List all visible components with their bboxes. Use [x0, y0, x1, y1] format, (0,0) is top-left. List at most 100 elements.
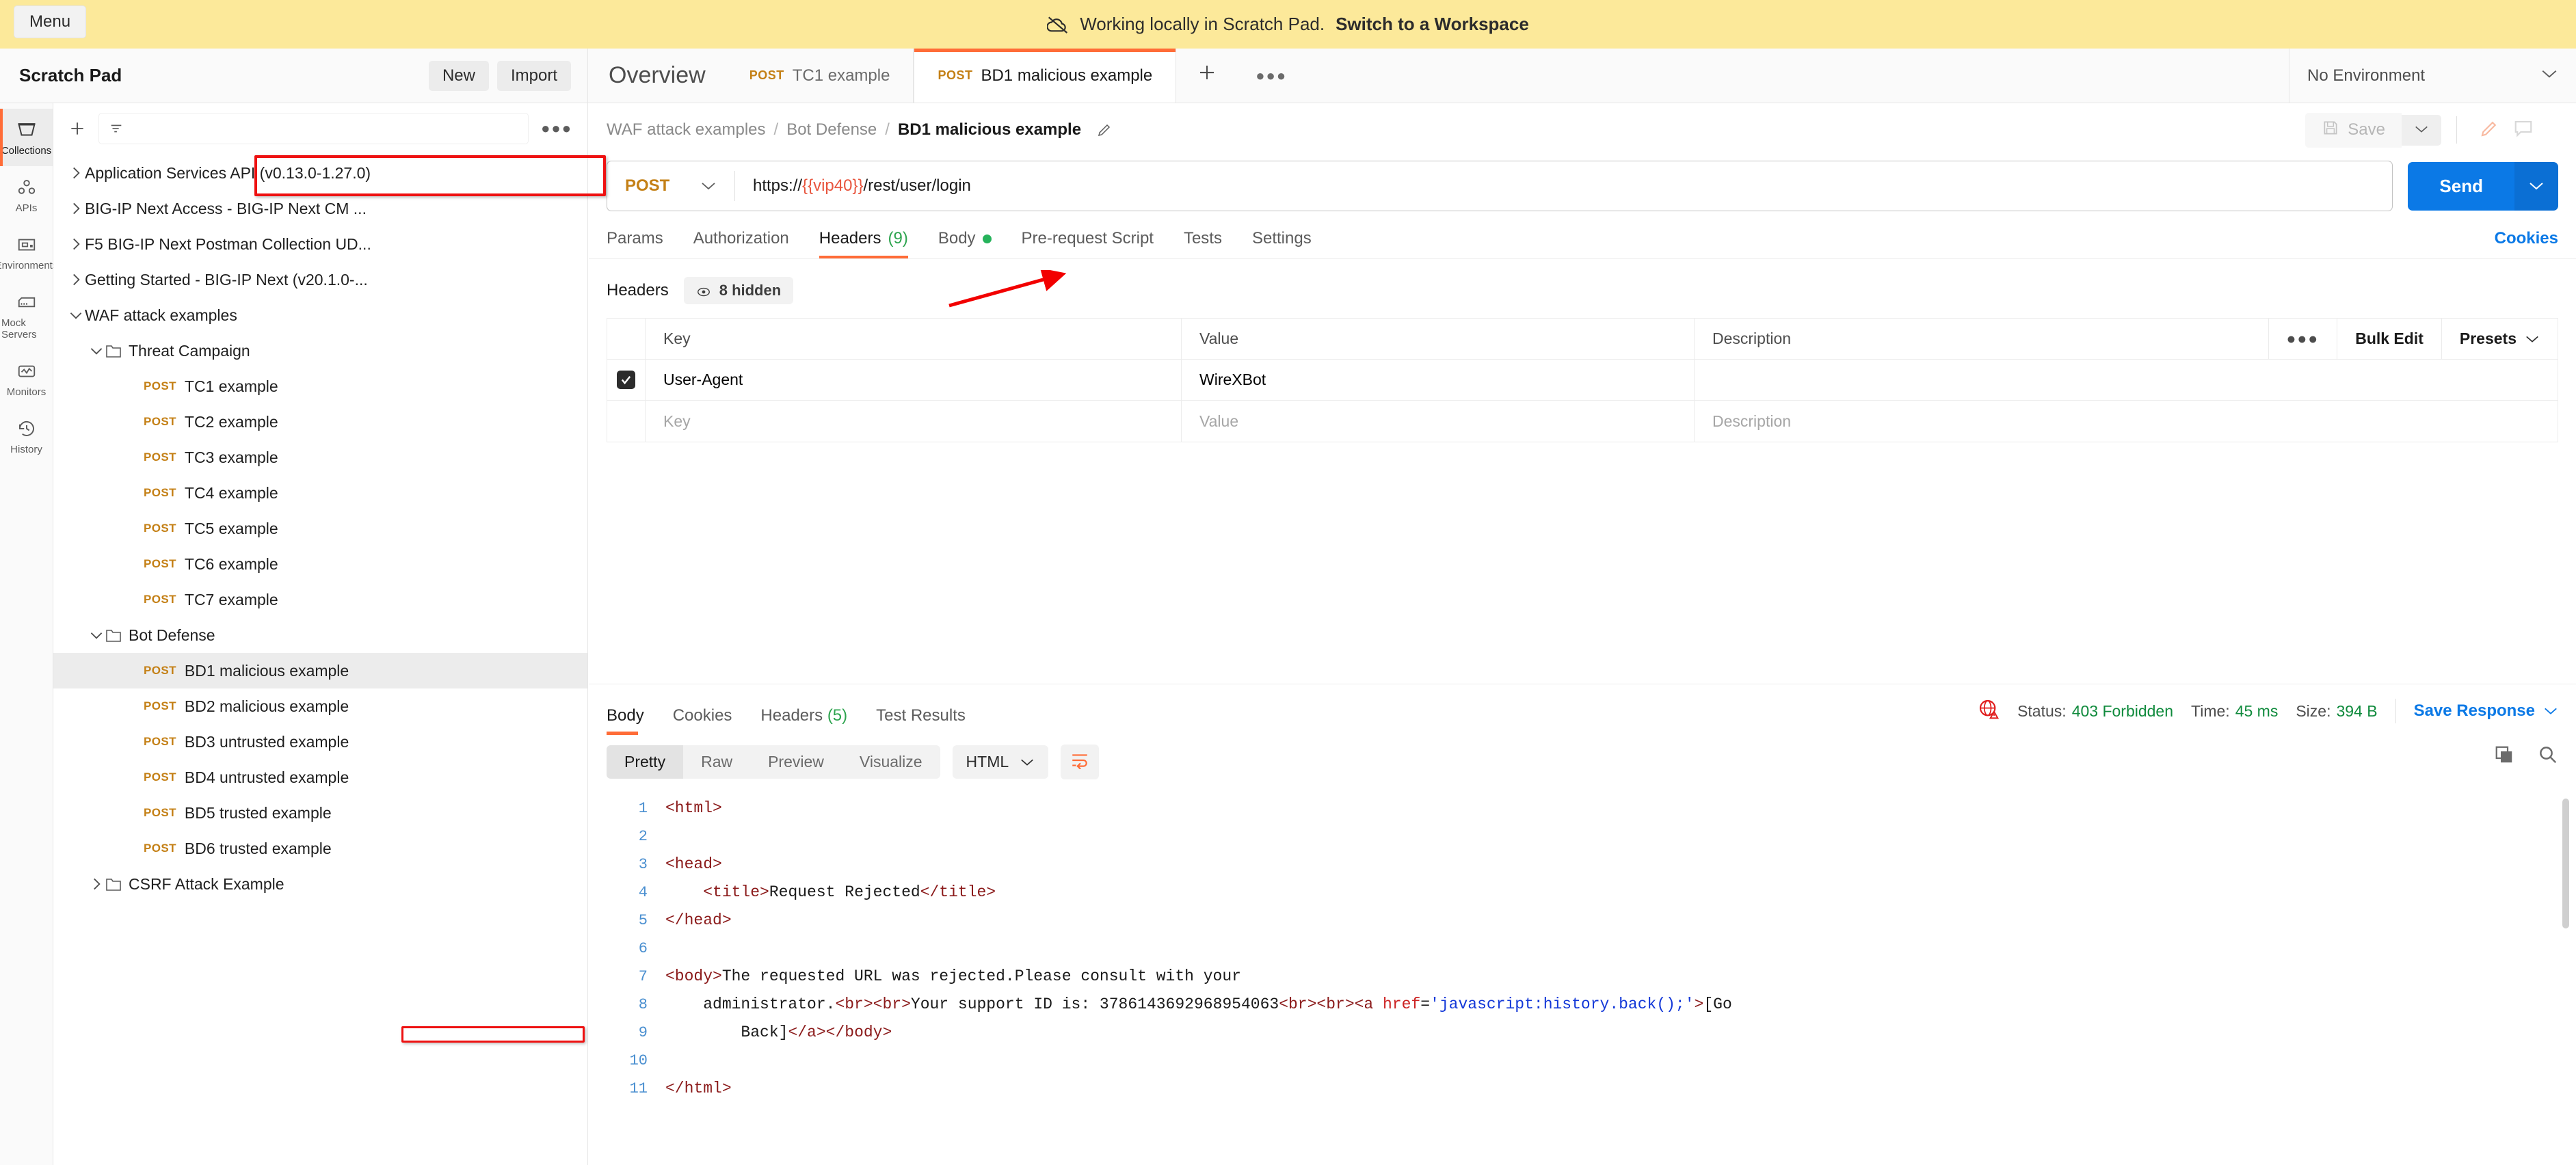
word-wrap-button[interactable] — [1061, 745, 1100, 779]
tree-item-collection[interactable]: Application Services API (v0.13.0-1.27.0… — [53, 155, 587, 191]
tree-item-bot-defense[interactable]: Bot Defense — [53, 617, 587, 653]
tree-item-collection[interactable]: Getting Started - BIG-IP Next (v20.1.0-.… — [53, 262, 587, 297]
tree-item-request[interactable]: POST TC6 example — [53, 546, 587, 582]
tab-bd1-malicious-example[interactable]: POST BD1 malicious example — [914, 49, 1177, 103]
hidden-headers-toggle[interactable]: 8 hidden — [683, 277, 794, 304]
response-format-tabs: Pretty Raw Preview Visualize — [607, 745, 940, 779]
breadcrumb-folder[interactable]: Bot Defense — [786, 120, 877, 139]
code-token: <br> — [1279, 995, 1317, 1013]
breadcrumb-collection[interactable]: WAF attack examples — [607, 120, 766, 139]
sidebar-more-icon[interactable]: ●●● — [541, 120, 572, 137]
row-checkbox-cell[interactable] — [607, 401, 646, 442]
new-tab-button[interactable] — [1176, 49, 1238, 103]
tree-item-request[interactable]: POST TC1 example — [53, 369, 587, 404]
save-button[interactable]: Save — [2305, 112, 2402, 148]
response-body-tools — [2494, 745, 2558, 768]
tree-item-waf-attack-examples[interactable]: WAF attack examples — [53, 297, 587, 333]
switch-workspace-link[interactable]: Switch to a Workspace — [1336, 14, 1529, 35]
import-button[interactable]: Import — [496, 60, 571, 91]
table-row-placeholder[interactable]: Key Value Description — [607, 401, 2558, 442]
tree-item-request[interactable]: POST TC5 example — [53, 511, 587, 546]
header-value[interactable]: WireXBot — [1182, 360, 1695, 400]
sidebar-item-mock-servers[interactable]: Mock Servers — [0, 281, 53, 350]
code-token: Back] — [665, 1023, 788, 1041]
method-selector[interactable]: POST — [607, 176, 734, 196]
search-input[interactable] — [98, 113, 529, 144]
cookies-link[interactable]: Cookies — [2495, 229, 2558, 248]
send-options-button[interactable] — [2514, 161, 2558, 211]
tree-item-collection[interactable]: BIG-IP Next Access - BIG-IP Next CM ... — [53, 191, 587, 226]
environment-selector[interactable]: No Environment — [2289, 49, 2576, 103]
tree-item-bd1-malicious-example[interactable]: POST BD1 malicious example — [53, 653, 587, 688]
tab-overflow-button[interactable]: ●●● — [1238, 49, 1305, 103]
tree-item-request[interactable]: POST TC2 example — [53, 404, 587, 440]
tree-item-csrf-attack-example[interactable]: CSRF Attack Example — [53, 866, 587, 902]
send-button[interactable]: Send — [2408, 161, 2514, 211]
header-value-placeholder[interactable]: Value — [1182, 401, 1695, 442]
monitors-icon — [16, 361, 37, 381]
tab-overview[interactable]: Overview — [588, 49, 726, 103]
tree-item-request[interactable]: POST BD6 trusted example — [53, 831, 587, 866]
response-body-code[interactable]: 1 <html> 2 3 <head> 4 <title>Request Rejec… — [589, 794, 2576, 1123]
response-tab-headers[interactable]: Headers (5) — [760, 706, 847, 735]
tab-headers[interactable]: Headers (9) — [819, 229, 908, 259]
header-key[interactable]: User-Agent — [646, 360, 1182, 400]
checkbox-checked-icon[interactable] — [617, 371, 635, 389]
format-pretty[interactable]: Pretty — [607, 745, 684, 779]
tab-pre-request-script[interactable]: Pre-request Script — [1022, 229, 1154, 259]
tree-item-request[interactable]: POST BD5 trusted example — [53, 795, 587, 831]
language-value: HTML — [966, 753, 1009, 771]
save-options-button[interactable] — [2402, 114, 2441, 146]
sidebar-item-collections[interactable]: Collections — [0, 109, 53, 166]
header-description[interactable] — [1695, 360, 2558, 400]
tab-authorization[interactable]: Authorization — [693, 229, 789, 259]
tab-tc1-example[interactable]: POST TC1 example — [726, 49, 914, 103]
response-tab-body[interactable]: Body — [607, 706, 644, 735]
language-selector[interactable]: HTML — [952, 745, 1049, 779]
format-visualize[interactable]: Visualize — [842, 745, 940, 779]
tree-item-collection[interactable]: F5 BIG-IP Next Postman Collection UD... — [53, 226, 587, 262]
tree-item-request[interactable]: POST TC4 example — [53, 475, 587, 511]
tree-item-label: BD4 untrusted example — [184, 768, 349, 786]
tree-item-threat-campaign[interactable]: Threat Campaign — [53, 333, 587, 369]
history-icon — [16, 418, 37, 439]
response-tab-test-results[interactable]: Test Results — [876, 706, 966, 735]
response-body-scrollbar[interactable] — [2562, 799, 2569, 928]
sidebar-item-monitors[interactable]: Monitors — [0, 350, 53, 407]
table-row[interactable]: User-Agent WireXBot — [607, 360, 2558, 401]
table-more-button[interactable]: ●●● — [2268, 319, 2337, 359]
method-badge: POST — [144, 379, 176, 392]
plus-icon[interactable] — [68, 120, 86, 137]
tree-item-request[interactable]: POST TC7 example — [53, 582, 587, 617]
format-preview[interactable]: Preview — [750, 745, 842, 779]
format-raw[interactable]: Raw — [683, 745, 750, 779]
tree-item-request[interactable]: POST BD2 malicious example — [53, 688, 587, 724]
code-token: <title> — [703, 883, 769, 901]
new-button[interactable]: New — [428, 60, 489, 91]
tab-body[interactable]: Body — [938, 229, 992, 259]
pencil-icon[interactable] — [1096, 122, 1113, 138]
menu-button[interactable]: Menu — [14, 5, 87, 38]
tab-tests[interactable]: Tests — [1184, 229, 1222, 259]
tree-item-request[interactable]: POST TC3 example — [53, 440, 587, 475]
row-checkbox-cell[interactable] — [607, 360, 646, 400]
tree-item-request[interactable]: POST BD3 untrusted example — [53, 724, 587, 760]
tab-settings[interactable]: Settings — [1252, 229, 1312, 259]
search-icon[interactable] — [2538, 745, 2558, 768]
comments-button[interactable] — [2506, 111, 2540, 149]
save-response-button[interactable]: Save Response — [2414, 701, 2558, 721]
presets-button[interactable]: Presets — [2441, 319, 2558, 359]
url-input[interactable]: https://{{vip40}}/rest/user/login — [735, 176, 971, 196]
tree-item-request[interactable]: POST BD4 untrusted example — [53, 760, 587, 795]
header-description-placeholder[interactable]: Description — [1695, 401, 2558, 442]
copy-icon[interactable] — [2494, 745, 2514, 768]
tab-params[interactable]: Params — [607, 229, 663, 259]
response-tab-cookies[interactable]: Cookies — [673, 706, 732, 735]
sidebar-item-environments[interactable]: Environments — [0, 224, 57, 281]
sidebar-item-history[interactable]: History — [0, 407, 53, 465]
sidebar-item-apis[interactable]: APIs — [0, 166, 53, 224]
edit-request-button[interactable] — [2472, 111, 2506, 149]
bulk-edit-button[interactable]: Bulk Edit — [2337, 319, 2441, 359]
header-key-placeholder[interactable]: Key — [646, 401, 1182, 442]
method-badge: POST — [144, 522, 176, 535]
